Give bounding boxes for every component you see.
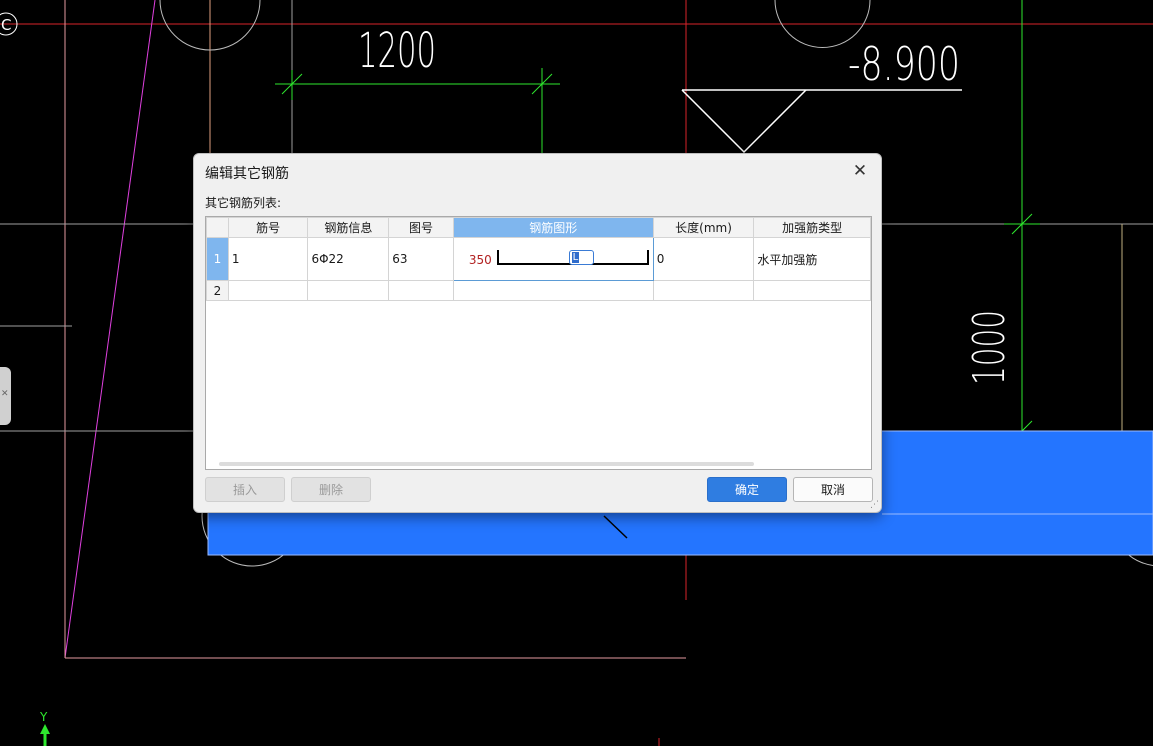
dialog-title: 编辑其它钢筋 (205, 166, 289, 182)
header-length[interactable]: 长度(mm) (652, 217, 755, 238)
table-row[interactable]: 2 (206, 280, 871, 301)
cell-rebar-type[interactable]: 水平加强筋 (753, 237, 871, 281)
header-bar-no[interactable]: 筋号 (227, 217, 309, 238)
dim-text-top: 1200 (358, 23, 436, 79)
insert-button[interactable]: 插入 (205, 477, 285, 502)
header-rebar-type[interactable]: 加强筋类型 (753, 217, 871, 238)
row-index[interactable]: 1 (206, 237, 229, 281)
cell-length[interactable] (652, 280, 755, 301)
shape-length-editor[interactable]: L (568, 250, 594, 265)
delete-button[interactable]: 删除 (291, 477, 371, 502)
shape-dimension-value[interactable]: 350 (469, 253, 492, 267)
cell-shape-no[interactable] (388, 280, 454, 301)
ucs-arrow-icon (40, 724, 50, 734)
cell-bar-shape[interactable]: 350 L (452, 237, 654, 281)
rebar-grid[interactable]: 筋号 钢筋信息 图号 钢筋图形 长度(mm) 加强筋类型 1 1 6Φ22 63… (205, 216, 872, 470)
elevation-triangle (681, 89, 807, 154)
header-bar-shape[interactable]: 钢筋图形 (452, 217, 654, 238)
elevation-text: -8.900 (848, 37, 960, 91)
dim-text-right: 1000 (964, 310, 1015, 385)
table-header-row: 筋号 钢筋信息 图号 钢筋图形 长度(mm) 加强筋类型 (206, 217, 871, 238)
rebar-table: 筋号 钢筋信息 图号 钢筋图形 长度(mm) 加强筋类型 1 1 6Φ22 63… (206, 217, 871, 301)
rebar-list-label: 其它钢筋列表: (205, 196, 282, 210)
cell-bar-info[interactable]: 6Φ22 (307, 237, 390, 281)
cell-rebar-type[interactable] (753, 280, 871, 301)
close-icon[interactable]: ✕ (849, 160, 871, 182)
ok-button[interactable]: 确定 (707, 477, 787, 502)
row-index[interactable]: 2 (206, 280, 229, 301)
side-panel-tab[interactable]: ✕ (0, 367, 11, 425)
shape-editor-value: L (571, 252, 579, 263)
resize-grip-icon[interactable]: ⋰ (870, 501, 879, 510)
table-row[interactable]: 1 1 6Φ22 63 350 L 0 水平加强筋 (206, 237, 871, 281)
cancel-button[interactable]: 取消 (793, 477, 873, 502)
edit-other-rebar-dialog: 编辑其它钢筋 ✕ 其它钢筋列表: 筋号 钢筋信息 图号 钢筋图形 长度(mm) … (193, 153, 882, 513)
horizontal-scrollbar[interactable] (219, 462, 754, 466)
header-bar-info[interactable]: 钢筋信息 (307, 217, 390, 238)
corner-label: C (1, 16, 11, 34)
cell-bar-no[interactable]: 1 (227, 237, 309, 281)
cell-shape-no[interactable]: 63 (388, 237, 454, 281)
magenta-diagonal (64, 0, 156, 659)
cell-length[interactable]: 0 (652, 237, 755, 281)
header-shape-no[interactable]: 图号 (388, 217, 454, 238)
header-corner[interactable] (206, 217, 229, 238)
cell-bar-no[interactable] (227, 280, 309, 301)
ucs-y-label: Y (39, 710, 48, 724)
cell-bar-shape[interactable] (452, 280, 654, 301)
collapse-icon: ✕ (1, 389, 9, 399)
cell-bar-info[interactable] (307, 280, 390, 301)
